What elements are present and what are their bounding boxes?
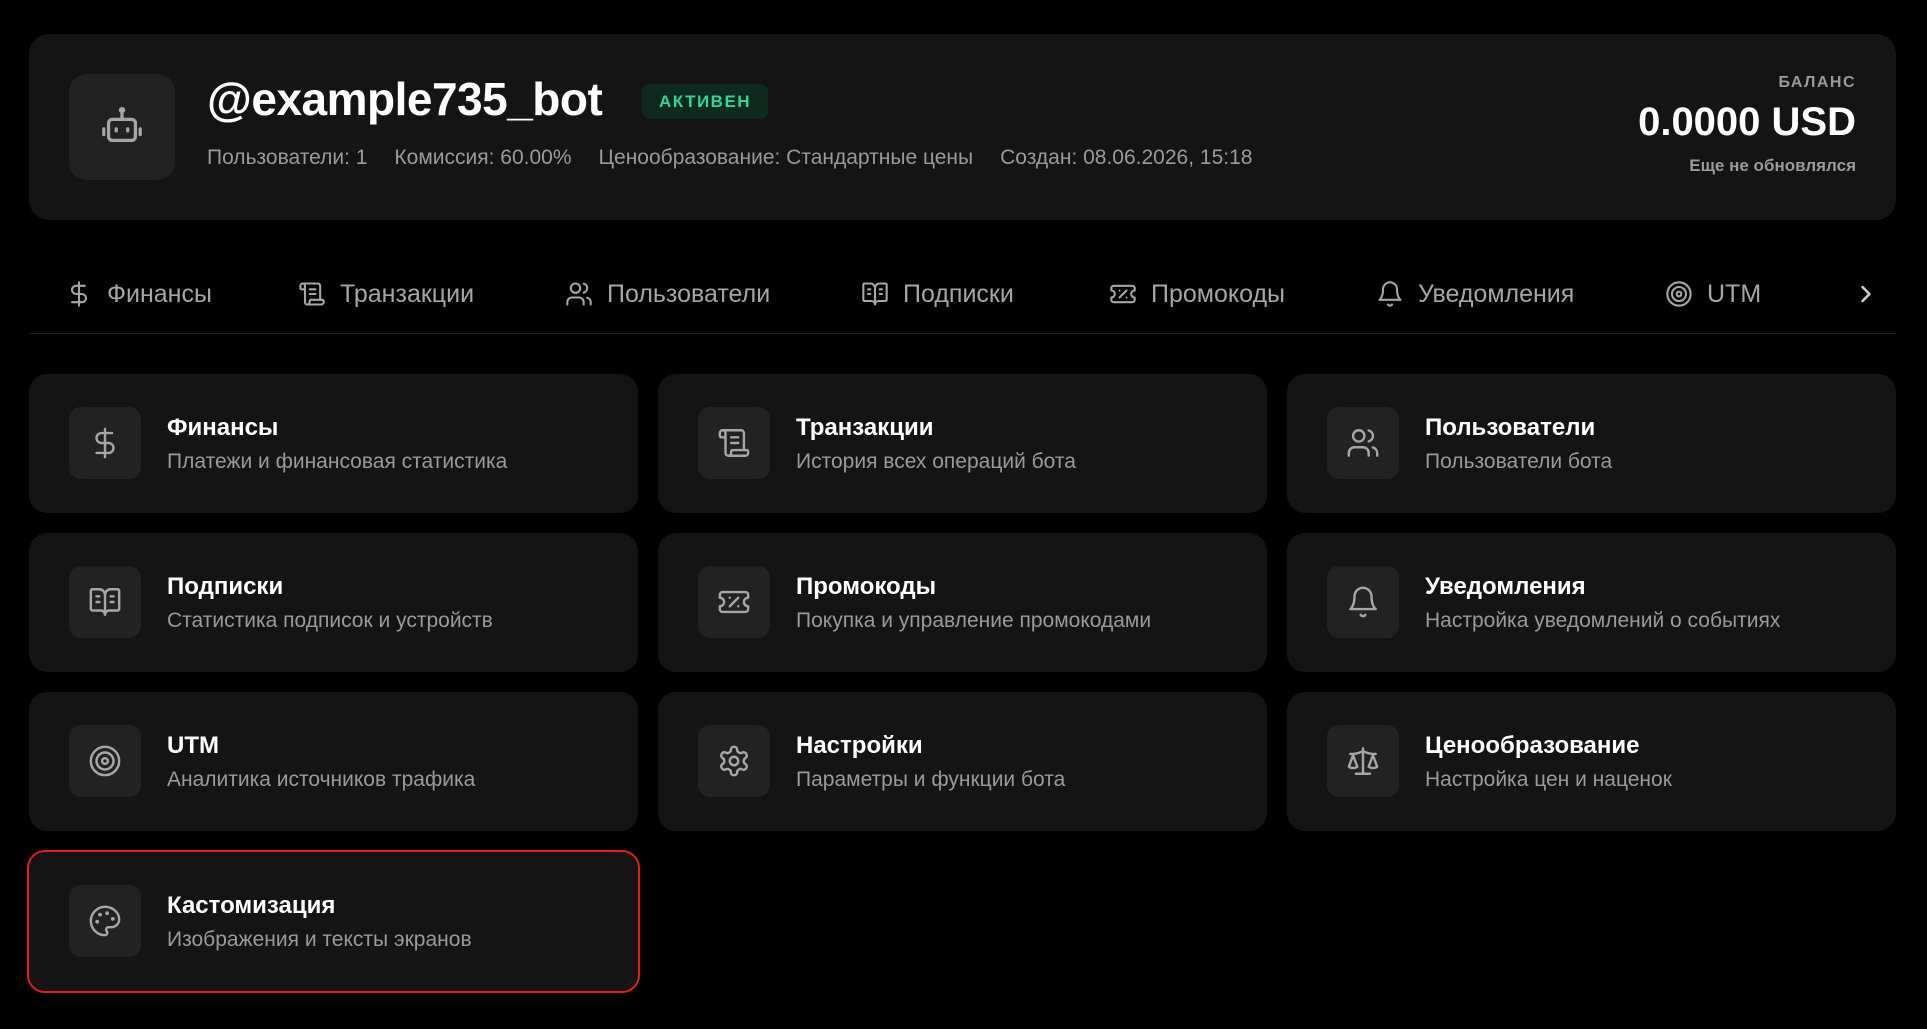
card-title: Подписки	[167, 573, 284, 600]
bot-avatar	[69, 74, 175, 180]
card-description: Покупка и управление промокодами	[796, 609, 1152, 632]
ticket-icon	[1110, 284, 1136, 304]
card-title: Финансы	[167, 414, 279, 441]
book-open-icon	[862, 282, 888, 306]
balance-value: 0.0000 USD	[1638, 100, 1856, 144]
card-title: Ценообразование	[1425, 732, 1640, 759]
card-icon-box	[69, 725, 141, 797]
card-description: Настройка уведомлений о событиях	[1425, 609, 1781, 632]
robot-icon	[102, 106, 142, 143]
card-subscriptions[interactable]: Подписки Статистика подписок и устройств	[29, 533, 638, 672]
tab-finances[interactable]: Финансы	[65, 262, 212, 326]
tab-label: Транзакции	[340, 279, 475, 308]
card-title: Пользователи	[1425, 414, 1596, 441]
tab-utm[interactable]: UTM	[1665, 262, 1761, 326]
card-utm[interactable]: UTM Аналитика источников трафика	[29, 692, 638, 831]
card-pricing[interactable]: Ценообразование Настройка цен и наценок	[1287, 692, 1896, 831]
nav-tabs: Финансы Транзакции Пользователи Подписки…	[29, 262, 1896, 334]
card-finances[interactable]: Финансы Платежи и финансовая статистика	[29, 374, 638, 513]
balance-label: БАЛАНС	[1778, 74, 1856, 91]
gear-icon	[720, 745, 748, 777]
dollar-icon	[95, 427, 115, 459]
card-icon-box	[1327, 407, 1399, 479]
bell-icon	[1349, 586, 1377, 618]
card-notifications[interactable]: Уведомления Настройка уведомлений о собы…	[1287, 533, 1896, 672]
scroll-icon	[718, 429, 750, 457]
book-open-icon	[89, 588, 121, 616]
target-icon	[89, 745, 121, 777]
card-description: Изображения и тексты экранов	[167, 928, 472, 951]
tab-label: Подписки	[903, 279, 1014, 308]
card-icon-box	[1327, 725, 1399, 797]
card-users[interactable]: Пользователи Пользователи бота	[1287, 374, 1896, 513]
card-transactions[interactable]: Транзакции История всех операций бота	[658, 374, 1267, 513]
meta-users: Пользователи: 1	[207, 146, 368, 169]
status-badge: АКТИВЕН	[642, 84, 769, 119]
tab-users[interactable]: Пользователи	[565, 262, 770, 326]
card-icon-box	[698, 566, 770, 638]
card-customization[interactable]: Кастомизация Изображения и тексты экрано…	[27, 850, 640, 993]
card-icon-box	[69, 566, 141, 638]
card-title: Кастомизация	[167, 892, 336, 919]
card-description: История всех операций бота	[796, 450, 1076, 473]
card-icon-box	[698, 407, 770, 479]
tab-label: Пользователи	[607, 279, 771, 308]
balance-box: БАЛАНС 0.0000 USD Еще не обновлялся	[1638, 74, 1856, 176]
chevron-right-icon	[1861, 285, 1871, 303]
tab-label: Промокоды	[1151, 279, 1285, 308]
card-icon-box	[1327, 566, 1399, 638]
target-icon	[1666, 281, 1692, 307]
card-title: Транзакции	[796, 414, 934, 441]
tab-label: UTM	[1707, 279, 1762, 308]
card-description: Аналитика источников трафика	[167, 768, 476, 791]
card-promocodes[interactable]: Промокоды Покупка и управление промокода…	[658, 533, 1267, 672]
dollar-icon	[70, 281, 88, 307]
meta-pricing: Ценообразование: Стандартные цены	[598, 146, 974, 169]
scale-icon	[1347, 747, 1379, 775]
palette-icon	[89, 905, 121, 937]
users-icon	[1347, 429, 1379, 457]
card-settings[interactable]: Настройки Параметры и функции бота	[658, 692, 1267, 831]
card-title: Настройки	[796, 732, 923, 759]
users-icon	[566, 282, 592, 306]
meta-commission: Комиссия: 60.00%	[394, 146, 572, 169]
card-icon-box	[698, 725, 770, 797]
card-icon-box	[69, 885, 141, 957]
tab-transactions[interactable]: Транзакции	[298, 262, 474, 326]
card-description: Статистика подписок и устройств	[167, 609, 493, 632]
card-description: Платежи и финансовая статистика	[167, 450, 508, 473]
card-icon-box	[69, 407, 141, 479]
bell-icon	[1378, 281, 1402, 307]
balance-updated: Еще не обновлялся	[1689, 156, 1856, 175]
tab-label: Финансы	[107, 279, 212, 308]
scroll-icon	[299, 282, 325, 306]
card-title: UTM	[167, 732, 219, 759]
bot-meta-row: Пользователи: 1 Комиссия: 60.00% Ценообр…	[207, 146, 1252, 170]
card-title: Уведомления	[1425, 573, 1586, 600]
card-description: Настройка цен и наценок	[1425, 768, 1672, 791]
bot-header-card: @example735_bot АКТИВЕН Пользователи: 1 …	[29, 34, 1896, 220]
tabs-scroll-right-button[interactable]	[1852, 280, 1880, 308]
tab-subscriptions[interactable]: Подписки	[861, 262, 1014, 326]
ticket-icon	[718, 590, 750, 614]
tab-promocodes[interactable]: Промокоды	[1109, 262, 1285, 326]
bot-name: @example735_bot	[207, 73, 603, 125]
meta-created: Создан: 08.06.2026, 15:18	[1000, 146, 1253, 169]
tab-label: Уведомления	[1418, 279, 1575, 308]
card-description: Пользователи бота	[1425, 450, 1613, 473]
tab-notifications[interactable]: Уведомления	[1376, 262, 1574, 326]
card-title: Промокоды	[796, 573, 937, 600]
card-description: Параметры и функции бота	[796, 768, 1066, 791]
